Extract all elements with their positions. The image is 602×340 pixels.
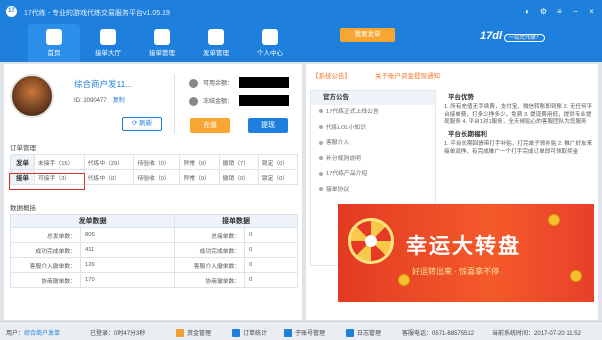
brand-logo: 17dl 一站式代练！ <box>480 30 546 42</box>
stats-table: 发单数据 接单数据 总发单数： 805 总接单数： 0 成功完成单数： 411 成功完成单数… <box>9 214 298 288</box>
account-id: ID: 2090477 复制 <box>74 98 125 104</box>
receive-cell[interactable]: 撤销（0） <box>218 169 259 185</box>
system-notice-link[interactable]: 【系统公告】 <box>312 73 351 80</box>
main-header: 首页 接单大厅 接单管理 发单管理 个人中心 我要发单 17dl 一站式代练！ <box>0 24 602 62</box>
lock-icon <box>189 96 198 106</box>
title-bar: 17 17代练 - 专业的游戏代练交易服务平台v1.05.19 ◐ ⚙ ≡ − … <box>0 0 602 24</box>
log-manage-link[interactable]: 日志管理 <box>346 328 381 338</box>
send-cell[interactable]: 未接手（15） <box>34 154 85 170</box>
banner-subtitle: 好运转出来 · 惊喜拿不停 <box>412 267 500 276</box>
table-row: 协商撤单数： 170 协商撤单数： 0 <box>10 272 298 288</box>
subaccount-link[interactable]: 子账号管理 <box>284 328 325 338</box>
footer-time: 当前系统时间：2017-07-20 11:52 <box>492 331 581 337</box>
menu-icon[interactable]: ≡ <box>554 6 565 17</box>
hall-icon <box>100 29 116 45</box>
welfare-text: 1. 平台长期回馈带打手补贴，打完单子领补贴 2. 推广好友来接单双挣，有完成推… <box>444 140 593 155</box>
banner-title: 幸运大转盘 <box>406 235 521 258</box>
log-icon <box>346 329 354 338</box>
table-row: 客服介入撤单数： 126 客服介入撤单数： 0 <box>10 257 298 273</box>
withdraw-notice-link[interactable]: 关于账户资金提现通知 <box>375 73 440 80</box>
send-cell[interactable]: 待验收（0） <box>133 154 181 170</box>
notice-links: 【系统公告】 关于账户资金提现通知 <box>312 70 440 80</box>
coin-icon <box>548 214 560 226</box>
list-item[interactable]: 客服介入 <box>311 136 435 152</box>
available-balance-row: 可用余额： <box>189 78 233 88</box>
minimize-icon[interactable]: − <box>570 6 581 17</box>
receive-stats-header: 接单数据 <box>174 214 298 228</box>
avatar <box>10 74 54 118</box>
nav-home[interactable]: 首页 <box>28 24 80 62</box>
right-panel: 【系统公告】 关于账户资金提现通知 官方公告 17代练正式上线公告 代练LOL小知… <box>306 64 598 320</box>
receive-cell[interactable]: 异常（0） <box>179 169 220 185</box>
send-cell[interactable]: 锁定（0） <box>257 154 299 170</box>
highlight-box <box>9 173 85 190</box>
fund-manage-link[interactable]: 资金管理 <box>176 328 211 338</box>
fund-icon <box>176 329 184 338</box>
receive-cell[interactable]: 代练中（0） <box>83 169 135 185</box>
order-stats-link[interactable]: 订单统计 <box>232 328 267 338</box>
lucky-wheel-banner[interactable]: 幸运大转盘 好运转出来 · 惊喜拿不停 <box>338 204 594 302</box>
orders-section-title: 订单管理 <box>10 145 36 152</box>
receive-icon <box>154 29 170 45</box>
list-item[interactable]: 17代练正式上线公告 <box>311 105 435 121</box>
table-row: 总发单数： 805 总接单数： 0 <box>10 227 298 243</box>
welfare-title: 平台长期福利 <box>448 131 487 139</box>
subaccount-icon <box>284 329 292 338</box>
close-icon[interactable]: × <box>586 6 597 17</box>
shop-name[interactable]: 综合商户发11... <box>74 78 132 90</box>
status-bar: 用户：综合商户发单 已登录：0时47分3秒 资金管理 订单统计 子账号管理 日志… <box>0 321 602 340</box>
frozen-balance-redacted <box>239 95 289 106</box>
nav-send-manage[interactable]: 发单管理 <box>190 24 242 62</box>
nav-personal[interactable]: 个人中心 <box>244 24 296 62</box>
nav-order-hall[interactable]: 接单大厅 <box>82 24 134 62</box>
list-item[interactable]: 代练LOL小知识 <box>311 121 435 137</box>
send-label: 发单 <box>10 154 35 170</box>
list-item[interactable]: 接单协议 <box>311 183 435 199</box>
coin-icon <box>398 274 410 286</box>
list-item[interactable]: 补分规则说明 <box>311 152 435 168</box>
nav-receive-manage[interactable]: 接单管理 <box>136 24 188 62</box>
receive-cell[interactable]: 待验收（0） <box>133 169 181 185</box>
app-title: 17代练 - 专业的游戏代练交易服务平台v1.05.19 <box>24 10 170 17</box>
footer-user: 用户：综合商户发单 <box>6 331 61 337</box>
wallet-icon <box>189 78 198 88</box>
receive-cell[interactable]: 锁定（0） <box>257 169 299 185</box>
stats-icon <box>232 329 240 338</box>
advantages-text: 1. 所有充值无手续费，支付宝、微信转账即到账 2. 无任何平台接单费，打多少挣… <box>444 103 593 126</box>
divider <box>174 74 175 134</box>
copy-link[interactable]: 复制 <box>113 98 125 104</box>
left-panel: 综合商户发11... ID: 2090477 复制 ⟳ 刷新 可用余额： 冻结金额… <box>4 64 302 320</box>
wheel-icon <box>348 218 394 264</box>
user-icon <box>262 29 278 45</box>
send-stats-header: 发单数据 <box>9 214 176 228</box>
post-order-button[interactable]: 我要发单 <box>340 28 395 42</box>
app-logo-icon: 17 <box>6 6 17 17</box>
list-item[interactable]: 17代练产品介绍 <box>311 167 435 183</box>
refresh-button[interactable]: ⟳ 刷新 <box>122 117 162 131</box>
send-icon <box>208 29 224 45</box>
recharge-button[interactable]: 充值 <box>190 118 230 133</box>
stats-section-title: 数据概括 <box>10 205 36 212</box>
coin-icon <box>570 270 582 282</box>
settings-icon[interactable]: ⚙ <box>538 6 549 17</box>
skin-icon[interactable]: ◐ <box>522 6 533 17</box>
home-icon <box>46 29 62 45</box>
send-cell[interactable]: 撤销（7） <box>218 154 259 170</box>
advantages-title: 平台优势 <box>448 94 474 101</box>
footer-online: 已登录：0时47分3秒 <box>90 331 146 337</box>
footer-phone: 客服电话：0571-88575512 <box>402 331 475 337</box>
table-row: 成功完成单数： 411 成功完成单数： 0 <box>10 242 298 258</box>
withdraw-button[interactable]: 提现 <box>248 118 288 133</box>
announcement-title: 官方公告 <box>311 91 435 105</box>
send-cell[interactable]: 代练中（29） <box>83 154 135 170</box>
send-cell[interactable]: 异常（0） <box>179 154 220 170</box>
send-row: 发单 未接手（15） 代练中（29） 待验收（0） 异常（0） 撤销（7） 锁定… <box>10 154 299 170</box>
frozen-balance-row: 冻结金额： <box>189 96 233 106</box>
available-balance-redacted <box>239 77 289 88</box>
